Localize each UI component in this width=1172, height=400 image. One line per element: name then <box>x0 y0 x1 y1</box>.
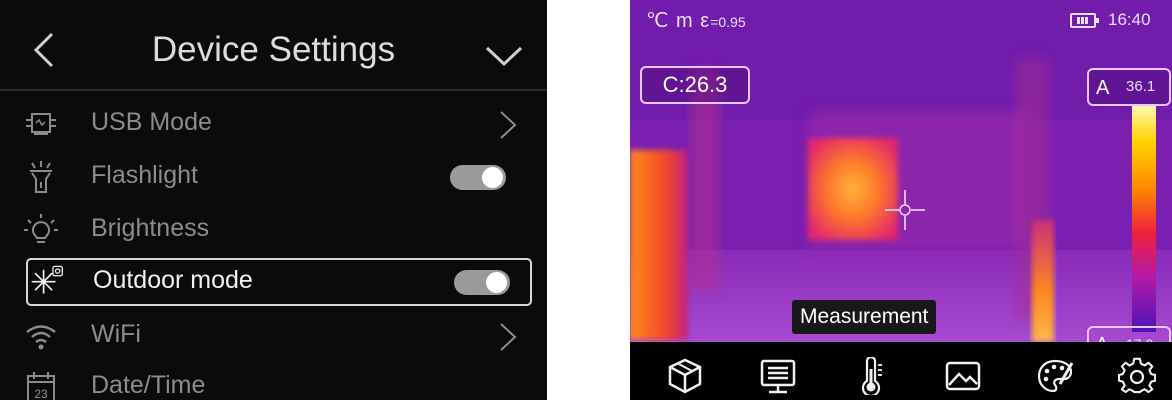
thermometer-icon[interactable] <box>852 357 890 395</box>
flashlight-toggle[interactable] <box>450 165 506 190</box>
wifi-icon <box>26 325 56 350</box>
usb-icon <box>26 113 56 135</box>
emissivity-value: =0.95 <box>710 14 746 30</box>
settings-item-label: Date/Time <box>91 371 206 399</box>
chevron-right-icon <box>500 323 517 351</box>
settings-item-label: WiFi <box>91 320 141 348</box>
calendar-icon: 23 <box>27 372 55 400</box>
gear-icon[interactable] <box>1118 357 1156 395</box>
settings-item-label: Brightness <box>91 214 210 242</box>
emissivity-symbol: ε <box>700 10 711 32</box>
settings-item-label: Outdoor mode <box>93 266 253 294</box>
thermal-image[interactable] <box>630 0 1172 342</box>
monitor-icon[interactable] <box>759 357 797 395</box>
header-divider <box>0 89 547 91</box>
brightness-icon <box>24 214 58 243</box>
settings-item-usb-mode[interactable]: USB Mode <box>18 99 528 149</box>
page-title: Device Settings <box>151 30 396 69</box>
settings-item-brightness[interactable]: Brightness <box>18 205 528 255</box>
calendar-day: 23 <box>34 387 48 400</box>
toggle-knob <box>486 272 507 293</box>
temperature-unit: ℃ <box>646 10 670 32</box>
outdoor-mode-icon <box>31 265 63 294</box>
outdoor-mode-toggle[interactable] <box>454 270 510 295</box>
scale-max-value: 36.1 <box>1126 78 1156 95</box>
measurement-params: ℃ m ε=0.95 <box>646 8 746 33</box>
scale-max-box[interactable]: A 36.1 <box>1087 68 1171 106</box>
bottom-toolbar <box>630 342 1172 400</box>
color-scale-bar <box>1132 106 1156 332</box>
image-icon[interactable] <box>944 357 982 395</box>
chevron-down-icon[interactable] <box>484 42 524 70</box>
box-icon[interactable] <box>666 357 704 395</box>
device-settings-screen: Device Settings USB Mode Flashlight Brig… <box>0 0 547 400</box>
distance-unit: m <box>676 10 694 32</box>
settings-item-label: USB Mode <box>91 108 212 136</box>
settings-item-outdoor-mode[interactable]: Outdoor mode <box>26 258 532 306</box>
flashlight-icon <box>30 161 52 193</box>
settings-item-date-time[interactable]: 23 Date/Time <box>18 362 528 400</box>
settings-item-wifi[interactable]: WiFi <box>18 311 528 361</box>
center-temperature-readout: C:26.3 <box>640 66 750 104</box>
clock: 16:40 <box>1108 10 1151 29</box>
palette-icon[interactable] <box>1036 357 1074 395</box>
thermal-camera-screen: ℃ m ε=0.95 16:40 C:26.3 A 36.1 A 17.2 Me… <box>630 0 1172 400</box>
tooltip: Measurement <box>792 300 937 334</box>
crosshair-icon <box>885 190 925 230</box>
battery-icon <box>1070 13 1099 28</box>
chevron-right-icon <box>500 111 517 139</box>
header: Device Settings <box>0 0 547 88</box>
settings-item-label: Flashlight <box>91 161 198 189</box>
status-bar: ℃ m ε=0.95 16:40 <box>630 0 1172 38</box>
scale-max-auto-label: A <box>1096 77 1110 99</box>
toggle-knob <box>482 167 503 188</box>
settings-item-flashlight[interactable]: Flashlight <box>18 152 528 202</box>
